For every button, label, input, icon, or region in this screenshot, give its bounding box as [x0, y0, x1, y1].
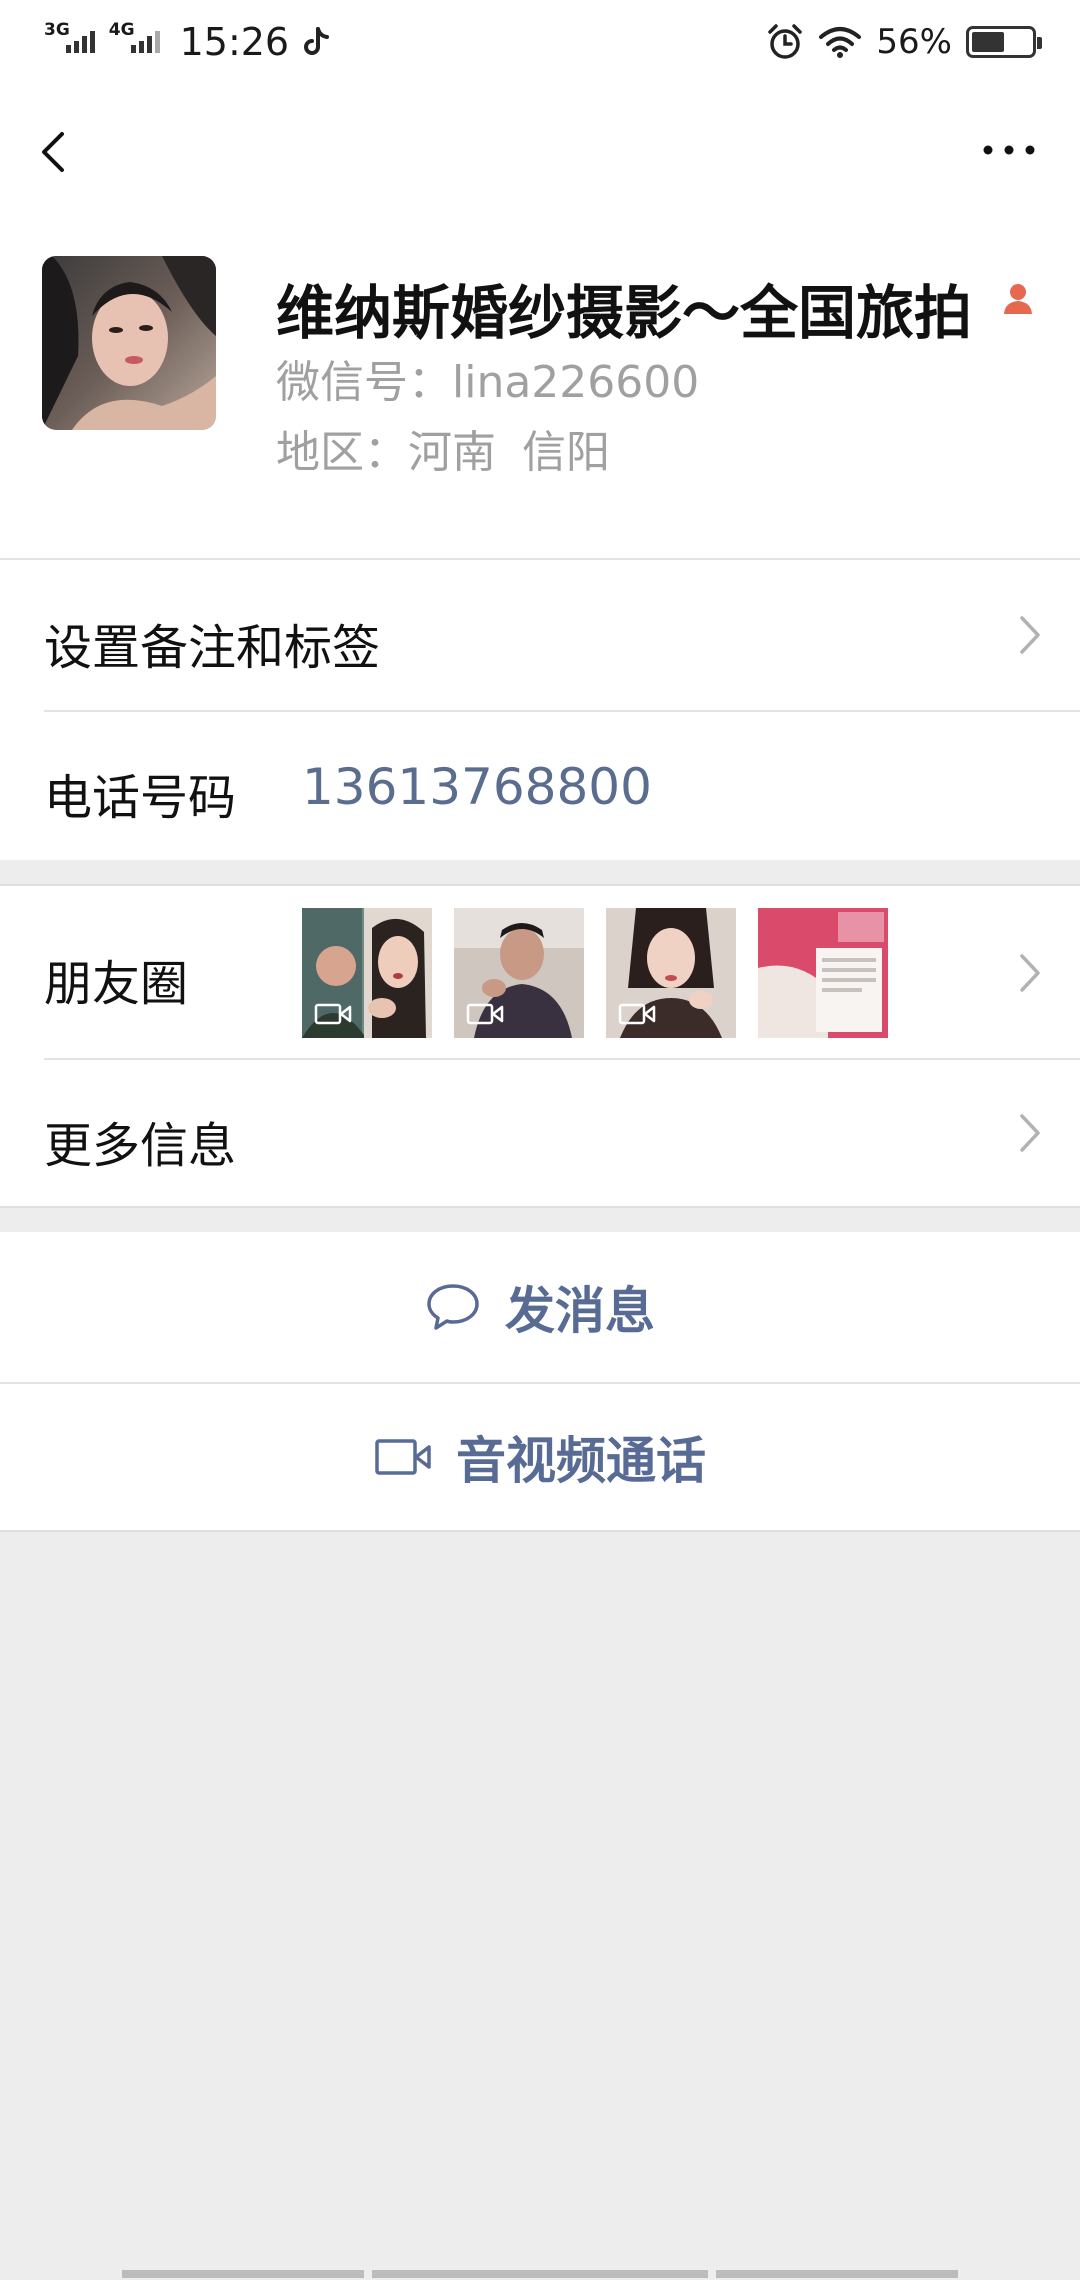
chevron-left-icon [42, 132, 64, 172]
phone-label: 电话号码 [44, 770, 237, 826]
video-icon [466, 1003, 504, 1025]
phone-cell: 电话号码 13613768800 [0, 710, 1080, 860]
moments-thumbnail [454, 908, 584, 1038]
video-camera-icon [375, 1439, 431, 1475]
moments-thumbnails [302, 908, 888, 1038]
signal-icon [65, 31, 95, 53]
gesture-bar-segment [716, 2270, 958, 2278]
video-call-label: 音视频通话 [456, 1432, 706, 1490]
tiktok-icon [304, 27, 330, 55]
region-label: 地区：河南 [276, 427, 496, 478]
chevron-right-icon [1020, 616, 1040, 654]
divider [44, 1058, 1080, 1060]
gesture-bar [0, 2268, 1080, 2280]
chat-bubble-icon [427, 1284, 479, 1330]
profile-name: 维纳斯婚纱摄影～全国旅拍 [276, 279, 973, 347]
wifi-icon [819, 27, 862, 58]
video-call-button[interactable]: 音视频通话 [0, 1382, 1080, 1532]
more-button[interactable] [974, 114, 1044, 184]
set-remark-cell[interactable]: 设置备注和标签 [0, 558, 1080, 710]
top-nav [0, 84, 1080, 214]
more-info-cell[interactable]: 更多信息 [0, 1058, 1080, 1208]
phone-number-link[interactable]: 13613768800 [302, 758, 652, 816]
back-button[interactable] [30, 114, 90, 184]
avatar-image [42, 256, 216, 430]
signal-3g: 3G [44, 22, 95, 53]
signal-icon [130, 31, 160, 53]
moments-thumbnail [302, 908, 432, 1038]
alarm-icon [768, 24, 803, 59]
status-right: 56% [766, 22, 1042, 62]
female-icon [1004, 284, 1032, 314]
chevron-right-icon [1020, 1114, 1040, 1152]
region: 地区：河南 信阳 [276, 416, 610, 480]
gesture-bar-segment [372, 2270, 708, 2278]
more-info-label: 更多信息 [44, 1118, 237, 1174]
status-time: 15:26 [179, 20, 290, 64]
signal-4g: 4G [109, 22, 160, 53]
network-type-label: 3G [44, 20, 70, 40]
moments-cell[interactable]: 朋友圈 [0, 884, 1080, 1058]
profile-header: 维纳斯婚纱摄影～全国旅拍 微信号：lina226600 地区：河南 信阳 [0, 214, 1080, 558]
battery-percent: 56% [876, 22, 952, 62]
network-type-label: 4G [108, 20, 135, 40]
send-message-label: 发消息 [505, 1282, 655, 1340]
divider [44, 710, 1080, 712]
video-icon [618, 1003, 656, 1025]
send-message-button[interactable]: 发消息 [0, 1232, 1080, 1382]
moments-label: 朋友圈 [44, 956, 189, 1012]
wechat-id: 微信号：lina226600 [276, 357, 700, 408]
status-bar: 3G 4G 15:26 56% [0, 0, 1080, 84]
more-dots-icon [983, 145, 1035, 155]
status-left: 3G 4G 15:26 [44, 20, 330, 64]
gesture-bar-segment [122, 2270, 364, 2278]
avatar[interactable] [42, 256, 216, 430]
chevron-right-icon [1020, 954, 1040, 992]
battery-fill [972, 32, 1005, 52]
region-city: 信阳 [522, 427, 610, 478]
moments-thumbnail [758, 908, 888, 1038]
battery-icon [966, 26, 1042, 58]
video-icon [314, 1003, 352, 1025]
set-remark-label: 设置备注和标签 [44, 620, 381, 676]
moments-thumbnail [606, 908, 736, 1038]
